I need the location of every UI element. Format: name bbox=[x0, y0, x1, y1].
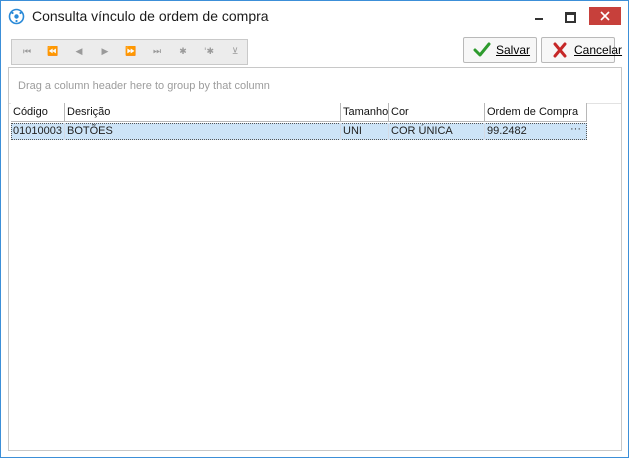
column-header-tamanho[interactable]: Tamanho bbox=[341, 103, 389, 122]
close-icon bbox=[600, 11, 610, 21]
cell-ordem-compra[interactable]: 99.2482 bbox=[485, 123, 566, 140]
prev-page-icon[interactable]: ⏪ bbox=[40, 40, 66, 64]
cancel-label: Cancelar bbox=[574, 43, 623, 57]
cancel-x-icon bbox=[553, 42, 567, 58]
cell-codigo[interactable]: 01010003 bbox=[11, 123, 65, 140]
group-by-panel[interactable]: Drag a column header here to group by th… bbox=[9, 68, 621, 104]
record-navigator: ⏮ ⏪ ◀ ▶ ⏩ ⏭ ✱ '✱ ⊻ bbox=[11, 39, 248, 65]
cancel-button[interactable]: Cancelar bbox=[541, 37, 622, 63]
cell-descricao[interactable]: BOTÕES bbox=[65, 123, 341, 140]
minimize-icon bbox=[535, 18, 543, 20]
last-record-icon[interactable]: ⏭ bbox=[144, 40, 170, 64]
column-header-ordem-compra[interactable]: Ordem de Compra bbox=[485, 103, 587, 122]
filter-icon[interactable]: ⊻ bbox=[222, 40, 248, 64]
maximize-button[interactable] bbox=[554, 1, 586, 32]
window-title: Consulta vínculo de ordem de compra bbox=[32, 8, 269, 24]
prev-record-icon[interactable]: ◀ bbox=[66, 40, 92, 64]
next-record-icon[interactable]: ▶ bbox=[92, 40, 118, 64]
data-grid[interactable]: Drag a column header here to group by th… bbox=[8, 67, 622, 451]
app-logo-icon bbox=[8, 8, 25, 25]
append-record-icon[interactable]: '✱ bbox=[196, 40, 222, 64]
save-button[interactable]: Salvar bbox=[463, 37, 537, 63]
column-header-descricao[interactable]: Desrição bbox=[65, 103, 341, 122]
maximize-icon bbox=[565, 12, 576, 23]
dialog-window: Consulta vínculo de ordem de compra ⏮ ⏪ … bbox=[0, 0, 629, 458]
minimize-button[interactable] bbox=[522, 1, 554, 32]
first-record-icon[interactable]: ⏮ bbox=[14, 40, 40, 64]
cell-cor[interactable]: COR ÚNICA bbox=[389, 123, 485, 140]
column-header-codigo[interactable]: Código bbox=[11, 103, 65, 122]
title-bar[interactable]: Consulta vínculo de ordem de compra bbox=[1, 1, 628, 32]
column-header-cor[interactable]: Cor bbox=[389, 103, 485, 122]
save-label: Salvar bbox=[496, 43, 531, 57]
next-page-icon[interactable]: ⏩ bbox=[118, 40, 144, 64]
close-button[interactable] bbox=[589, 7, 621, 25]
group-by-hint: Drag a column header here to group by th… bbox=[18, 80, 270, 92]
ellipsis-button[interactable]: ··· bbox=[566, 123, 585, 140]
checkmark-icon bbox=[473, 42, 491, 57]
insert-record-icon[interactable]: ✱ bbox=[170, 40, 196, 64]
cell-tamanho[interactable]: UNI bbox=[341, 123, 389, 140]
